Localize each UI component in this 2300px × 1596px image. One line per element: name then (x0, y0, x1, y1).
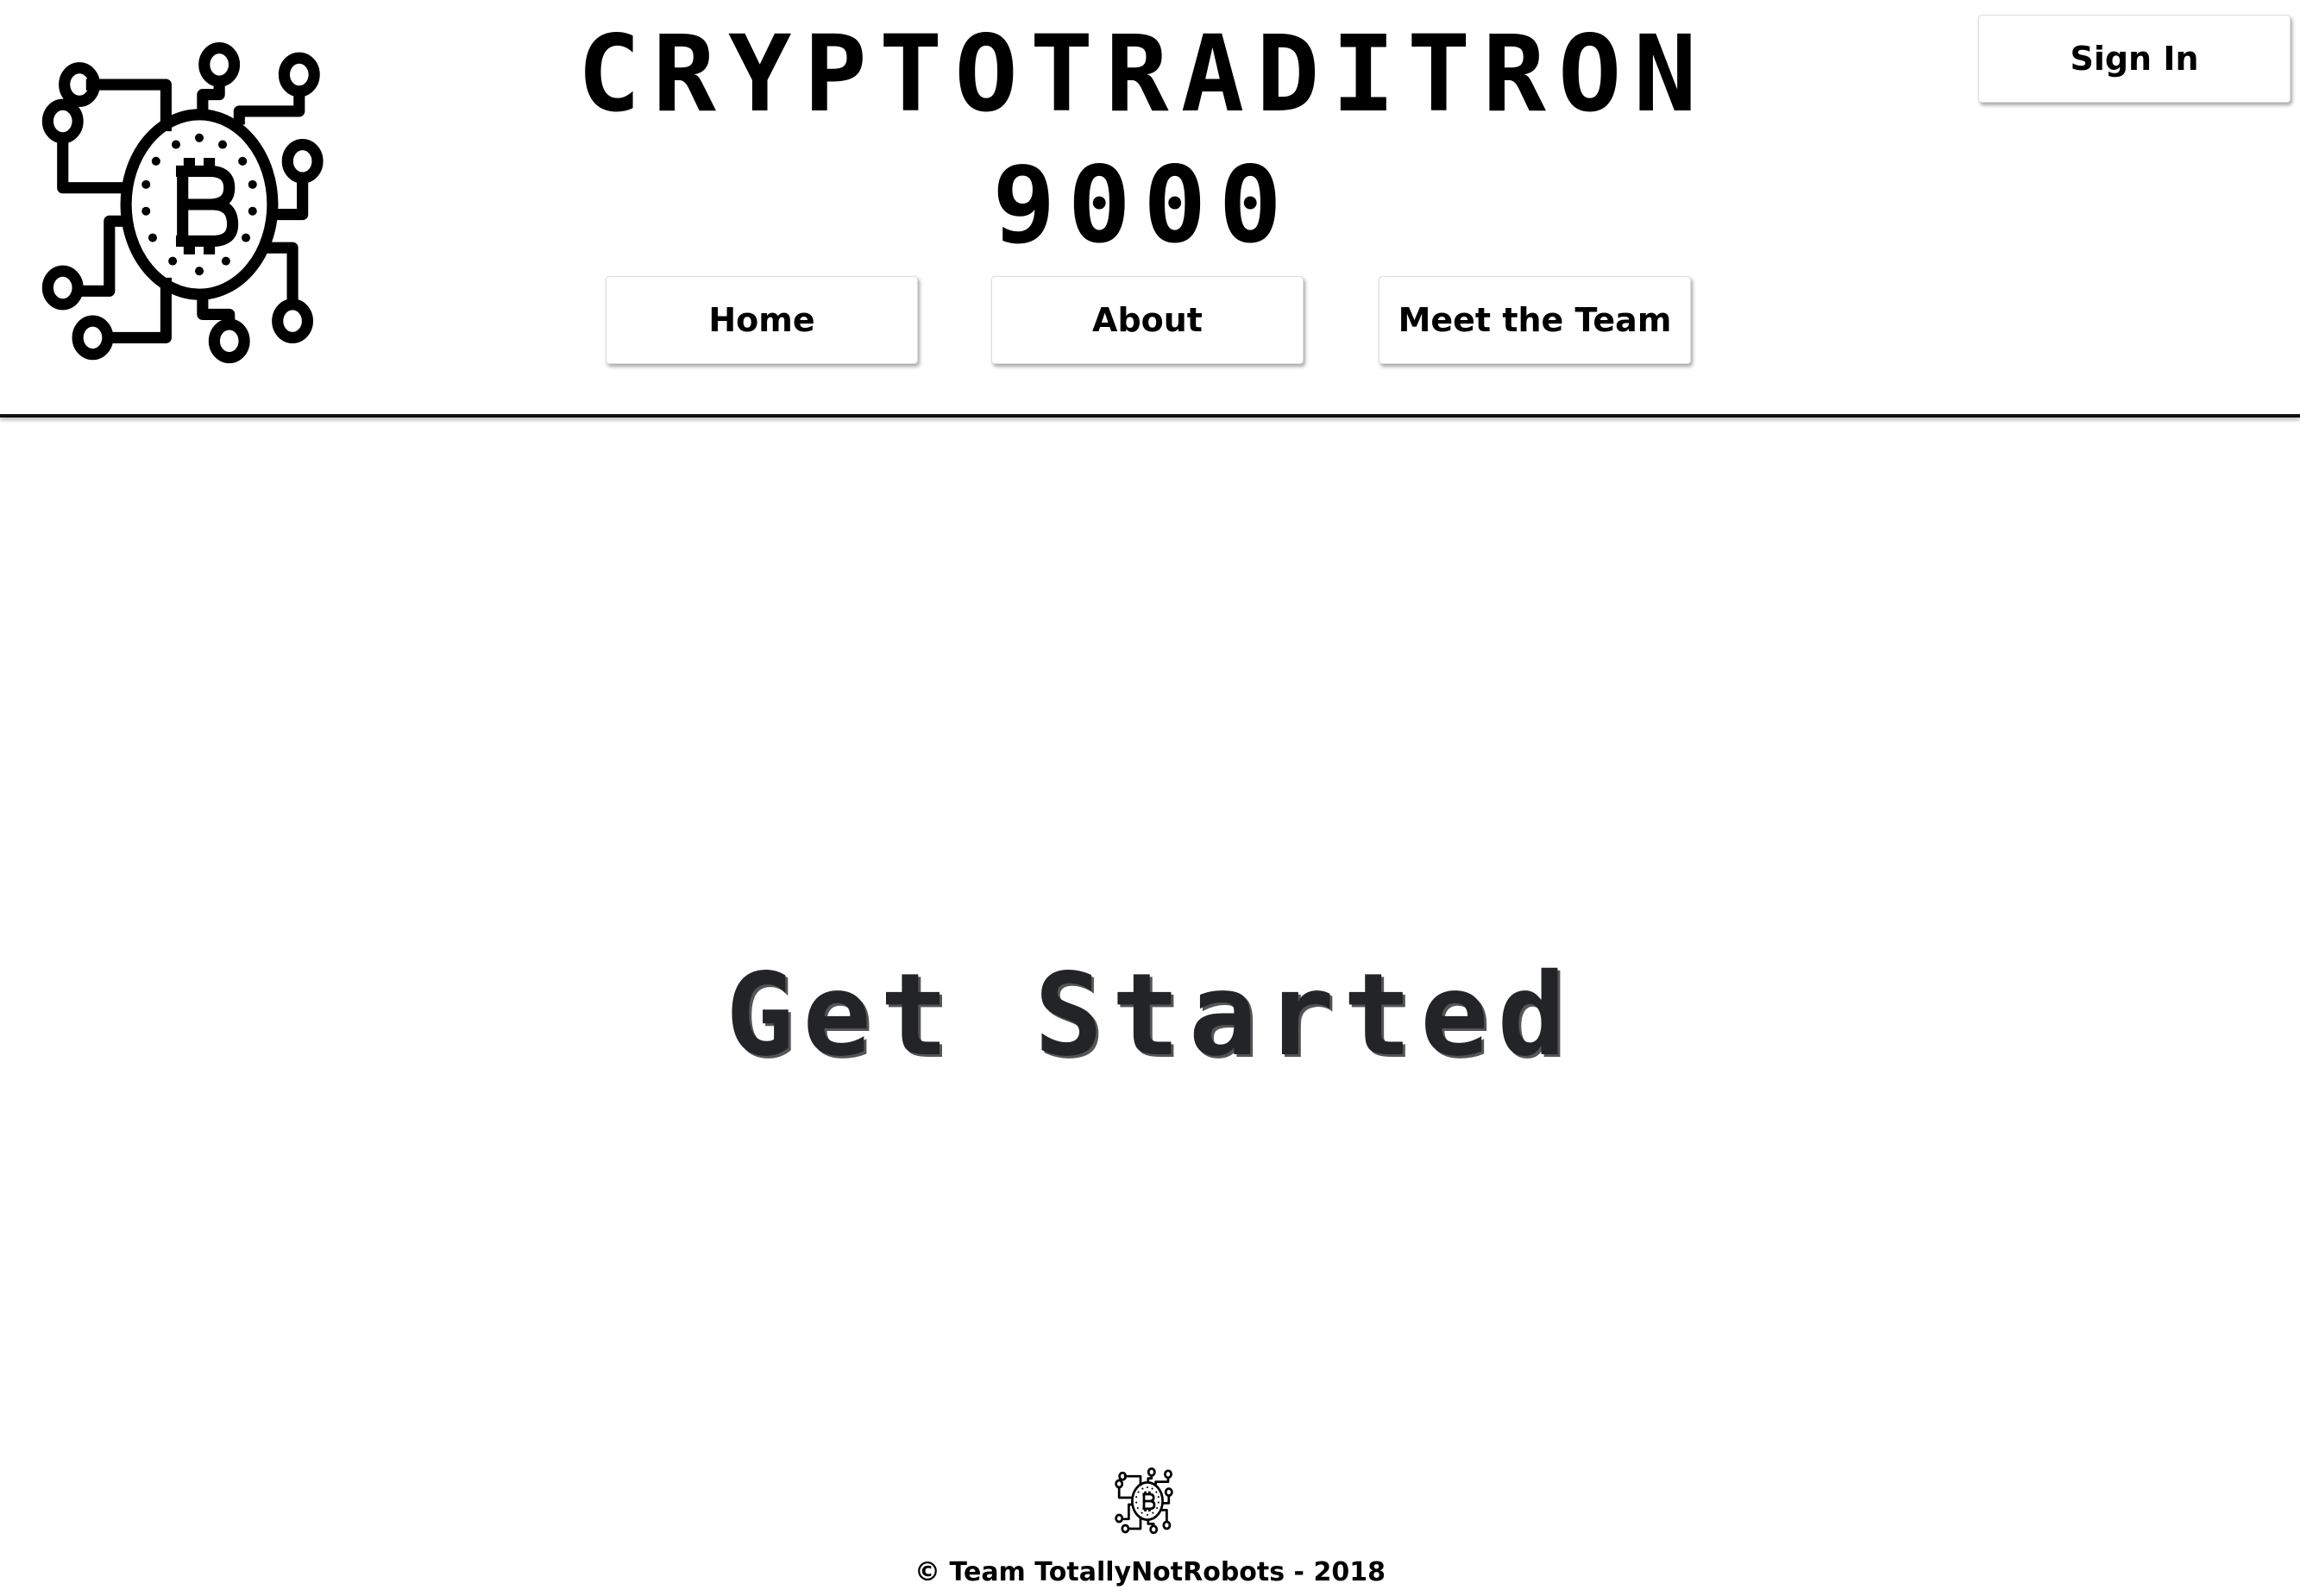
header-divider (0, 414, 2300, 418)
get-started-link[interactable]: Get Started (0, 949, 2300, 1082)
nav-meet-the-team-button[interactable]: Meet the Team (1379, 276, 1691, 364)
footer-bitcoin-circuit-icon (1113, 1467, 1182, 1536)
site-title-line2: 9000 (992, 144, 1294, 267)
sign-in-button[interactable]: Sign In (1978, 15, 2291, 103)
nav-about-button[interactable]: About (991, 276, 1304, 364)
footer-copyright: © Team TotallyNotRobots - 2018 (914, 1557, 1386, 1587)
site-title: CRYPTOTRADITRON 9000 (518, 9, 1769, 271)
nav-home-button[interactable]: Home (606, 276, 918, 364)
bitcoin-circuit-logo-icon[interactable] (33, 38, 366, 371)
site-title-line1: CRYPTOTRADITRON (577, 13, 1709, 135)
